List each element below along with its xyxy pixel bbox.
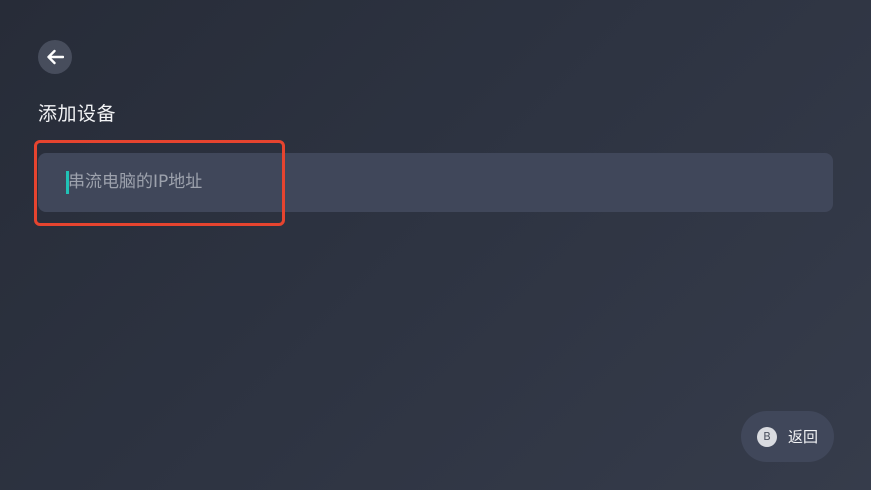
b-button-icon: B [757,426,777,447]
focus-highlight [34,140,285,226]
page-title: 添加设备 [38,103,117,125]
return-label: 返回 [788,428,819,446]
back-button[interactable] [38,40,72,74]
return-button[interactable]: B 返回 [741,411,834,462]
arrow-left-icon [46,49,64,65]
